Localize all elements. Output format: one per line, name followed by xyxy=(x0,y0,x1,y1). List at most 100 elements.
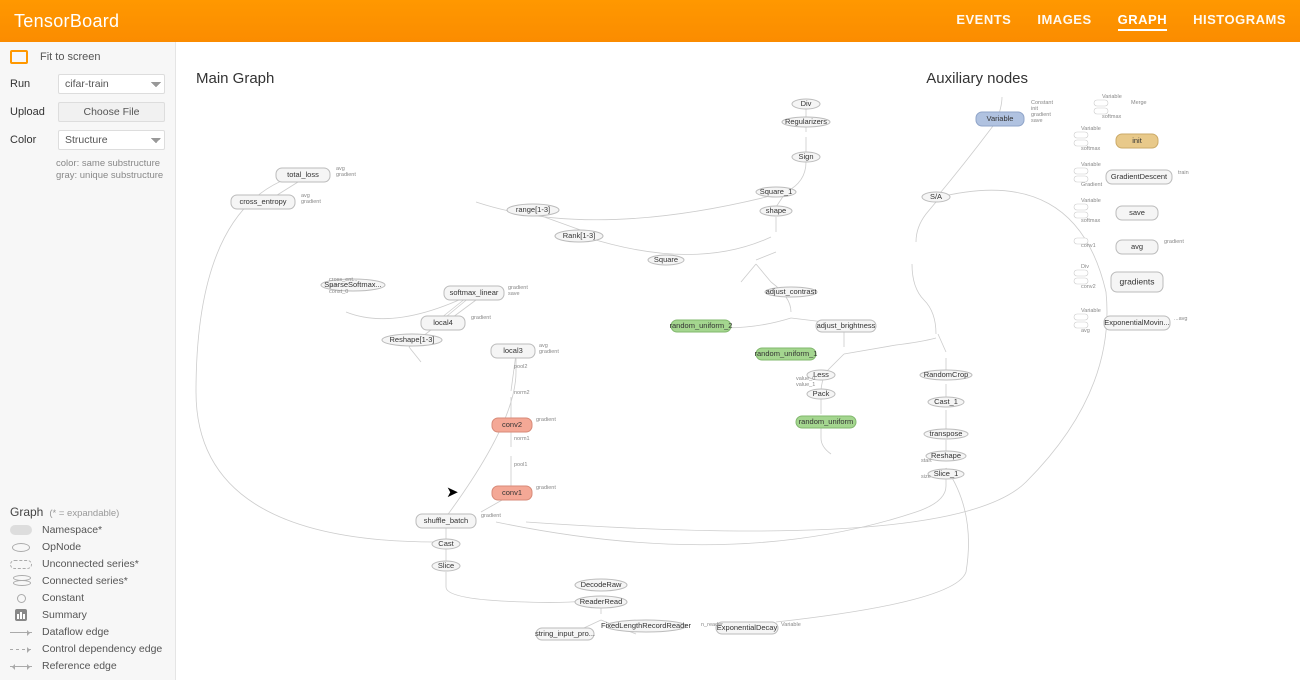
node-range[interactable]: range[1-3] xyxy=(507,204,559,216)
control-icon xyxy=(10,649,32,650)
tab-events[interactable]: EVENTS xyxy=(956,12,1011,31)
upload-label: Upload xyxy=(10,106,50,118)
node-random-uniform1[interactable]: random_uniform_1 xyxy=(755,348,818,360)
tab-images[interactable]: IMAGES xyxy=(1037,12,1091,31)
node-local3[interactable]: local3 xyxy=(491,344,535,358)
svg-text:pool1: pool1 xyxy=(514,462,527,468)
svg-text:save: save xyxy=(508,291,520,297)
run-select[interactable]: cifar-train xyxy=(58,74,165,94)
aux-avg[interactable]: avg xyxy=(1116,240,1158,254)
node-fixed-len[interactable]: FixedLengthRecordReader xyxy=(601,620,692,632)
node-cast1[interactable]: Cast_1 xyxy=(928,397,964,407)
graph-svg[interactable]: total_loss cross_entropy softmax_linear … xyxy=(176,42,1300,680)
color-label: Color xyxy=(10,134,50,146)
edges xyxy=(196,97,1107,634)
svg-text:const_0: const_0 xyxy=(329,289,348,295)
node-random-crop[interactable]: RandomCrop xyxy=(920,370,972,380)
dataflow-icon xyxy=(10,632,32,633)
svg-text:train: train xyxy=(1178,170,1189,176)
svg-text:gradient: gradient xyxy=(336,172,356,178)
fit-label: Fit to screen xyxy=(40,51,101,63)
svg-text:gradient: gradient xyxy=(539,349,559,355)
cursor-icon: ➤ xyxy=(446,484,459,501)
node-transpose[interactable]: transpose xyxy=(924,429,968,439)
svg-text:gradient: gradient xyxy=(301,199,321,205)
svg-text:value_1: value_1 xyxy=(796,382,815,388)
reference-icon xyxy=(10,666,32,667)
node-slice[interactable]: Slice xyxy=(432,561,460,571)
svg-text:Variable: Variable xyxy=(1102,94,1122,100)
legend-namespace: Namespace* xyxy=(10,524,166,536)
legend-reference: Reference edge xyxy=(10,660,166,672)
node-string-input[interactable]: string_input_pro... xyxy=(535,628,595,640)
node-local4[interactable]: local4 xyxy=(421,316,465,330)
aux-exp-moving[interactable]: ExponentialMovin... xyxy=(1104,316,1170,330)
node-softmax-linear[interactable]: softmax_linear xyxy=(444,286,504,300)
graph-canvas[interactable]: Main Graph Auxiliary nodes xyxy=(176,42,1300,680)
svg-text:conv1: conv1 xyxy=(1081,243,1096,249)
node-reshape2[interactable]: Reshape xyxy=(926,451,966,461)
svg-text:avg: avg xyxy=(1081,328,1090,334)
svg-text:softmax: softmax xyxy=(1102,114,1122,120)
node-decode-raw[interactable]: DecodeRaw xyxy=(575,579,627,591)
node-conv2[interactable]: conv2 xyxy=(492,418,532,432)
node-square1[interactable]: Square_1 xyxy=(756,187,796,197)
fit-to-screen[interactable]: Fit to screen xyxy=(10,50,165,64)
svg-text:norm1: norm1 xyxy=(514,436,530,442)
svg-text:Merge: Merge xyxy=(1131,100,1147,106)
node-sign[interactable]: Sign xyxy=(792,152,820,162)
svg-text:gradient: gradient xyxy=(1164,239,1184,245)
color-select[interactable]: Structure xyxy=(58,130,165,150)
node-random-uniform2[interactable]: random_uniform_2 xyxy=(670,320,733,332)
node-random-uniform[interactable]: random_uniform xyxy=(796,416,856,428)
node-square[interactable]: Square xyxy=(648,255,684,265)
constant-icon xyxy=(17,594,26,603)
svg-text:gradient: gradient xyxy=(481,513,501,519)
svg-text:Div: Div xyxy=(1081,264,1089,270)
summary-icon xyxy=(15,609,27,621)
node-exp-decay[interactable]: ExponentialDecay xyxy=(716,622,778,634)
svg-text:conv2: conv2 xyxy=(1081,284,1096,290)
node-cast[interactable]: Cast xyxy=(432,539,460,549)
node-variable[interactable]: Variable xyxy=(976,112,1024,126)
logo: TensorBoard xyxy=(14,11,119,32)
node-rank[interactable]: Rank[1-3] xyxy=(555,230,603,242)
tab-graph[interactable]: GRAPH xyxy=(1118,12,1167,31)
svg-text:Gradient: Gradient xyxy=(1081,182,1103,188)
color-hint-1: color: same substructure xyxy=(56,158,165,170)
node-total-loss[interactable]: total_loss xyxy=(276,168,330,182)
choose-file-button[interactable]: Choose File xyxy=(58,102,165,122)
node-pack[interactable]: Pack xyxy=(807,389,835,399)
tab-histograms[interactable]: HISTOGRAMS xyxy=(1193,12,1286,31)
node-shape[interactable]: shape xyxy=(760,206,792,216)
node-cross-entropy[interactable]: cross_entropy xyxy=(231,195,295,209)
aux-init[interactable]: init xyxy=(1116,134,1158,148)
svg-text:gradient: gradient xyxy=(471,315,491,321)
svg-text:softmax: softmax xyxy=(1081,146,1101,152)
legend-control: Control dependency edge xyxy=(10,643,166,655)
aux-gradients[interactable]: gradients xyxy=(1111,272,1163,292)
node-adjust-contrast[interactable]: adjust_contrast xyxy=(765,287,817,297)
svg-text:n_reader: n_reader xyxy=(701,622,723,628)
node-shuffle-batch[interactable]: shuffle_batch xyxy=(416,514,476,528)
sidebar: Fit to screen Run cifar-train Upload Cho… xyxy=(0,42,176,680)
node-regularizers[interactable]: Regularizers xyxy=(782,117,830,127)
svg-text:...avg: ...avg xyxy=(1174,316,1187,322)
svg-text:Variable: Variable xyxy=(1081,308,1101,314)
svg-text:gradient: gradient xyxy=(536,485,556,491)
aux-gradient-descent[interactable]: GradientDescent xyxy=(1106,170,1172,184)
unconnected-icon xyxy=(10,560,32,569)
tiny-annotations: avg gradient avg gradient gradient save … xyxy=(301,100,1053,628)
node-conv1[interactable]: conv1 xyxy=(492,486,532,500)
node-div[interactable]: Div xyxy=(792,99,820,109)
node-reader-read[interactable]: ReaderRead xyxy=(575,596,627,608)
aux-save[interactable]: save xyxy=(1116,206,1158,220)
node-reshape[interactable]: Reshape[1-3] xyxy=(382,334,442,346)
svg-text:norm2: norm2 xyxy=(514,390,530,396)
svg-text:size: size xyxy=(921,474,931,480)
node-adjust-brightness[interactable]: adjust_brightness xyxy=(816,320,876,332)
node-slice1[interactable]: Slice_1 xyxy=(928,469,964,479)
legend-connected: Connected series* xyxy=(10,575,166,587)
svg-text:Variable: Variable xyxy=(1081,126,1101,132)
node-sum[interactable]: S/A xyxy=(922,192,950,202)
